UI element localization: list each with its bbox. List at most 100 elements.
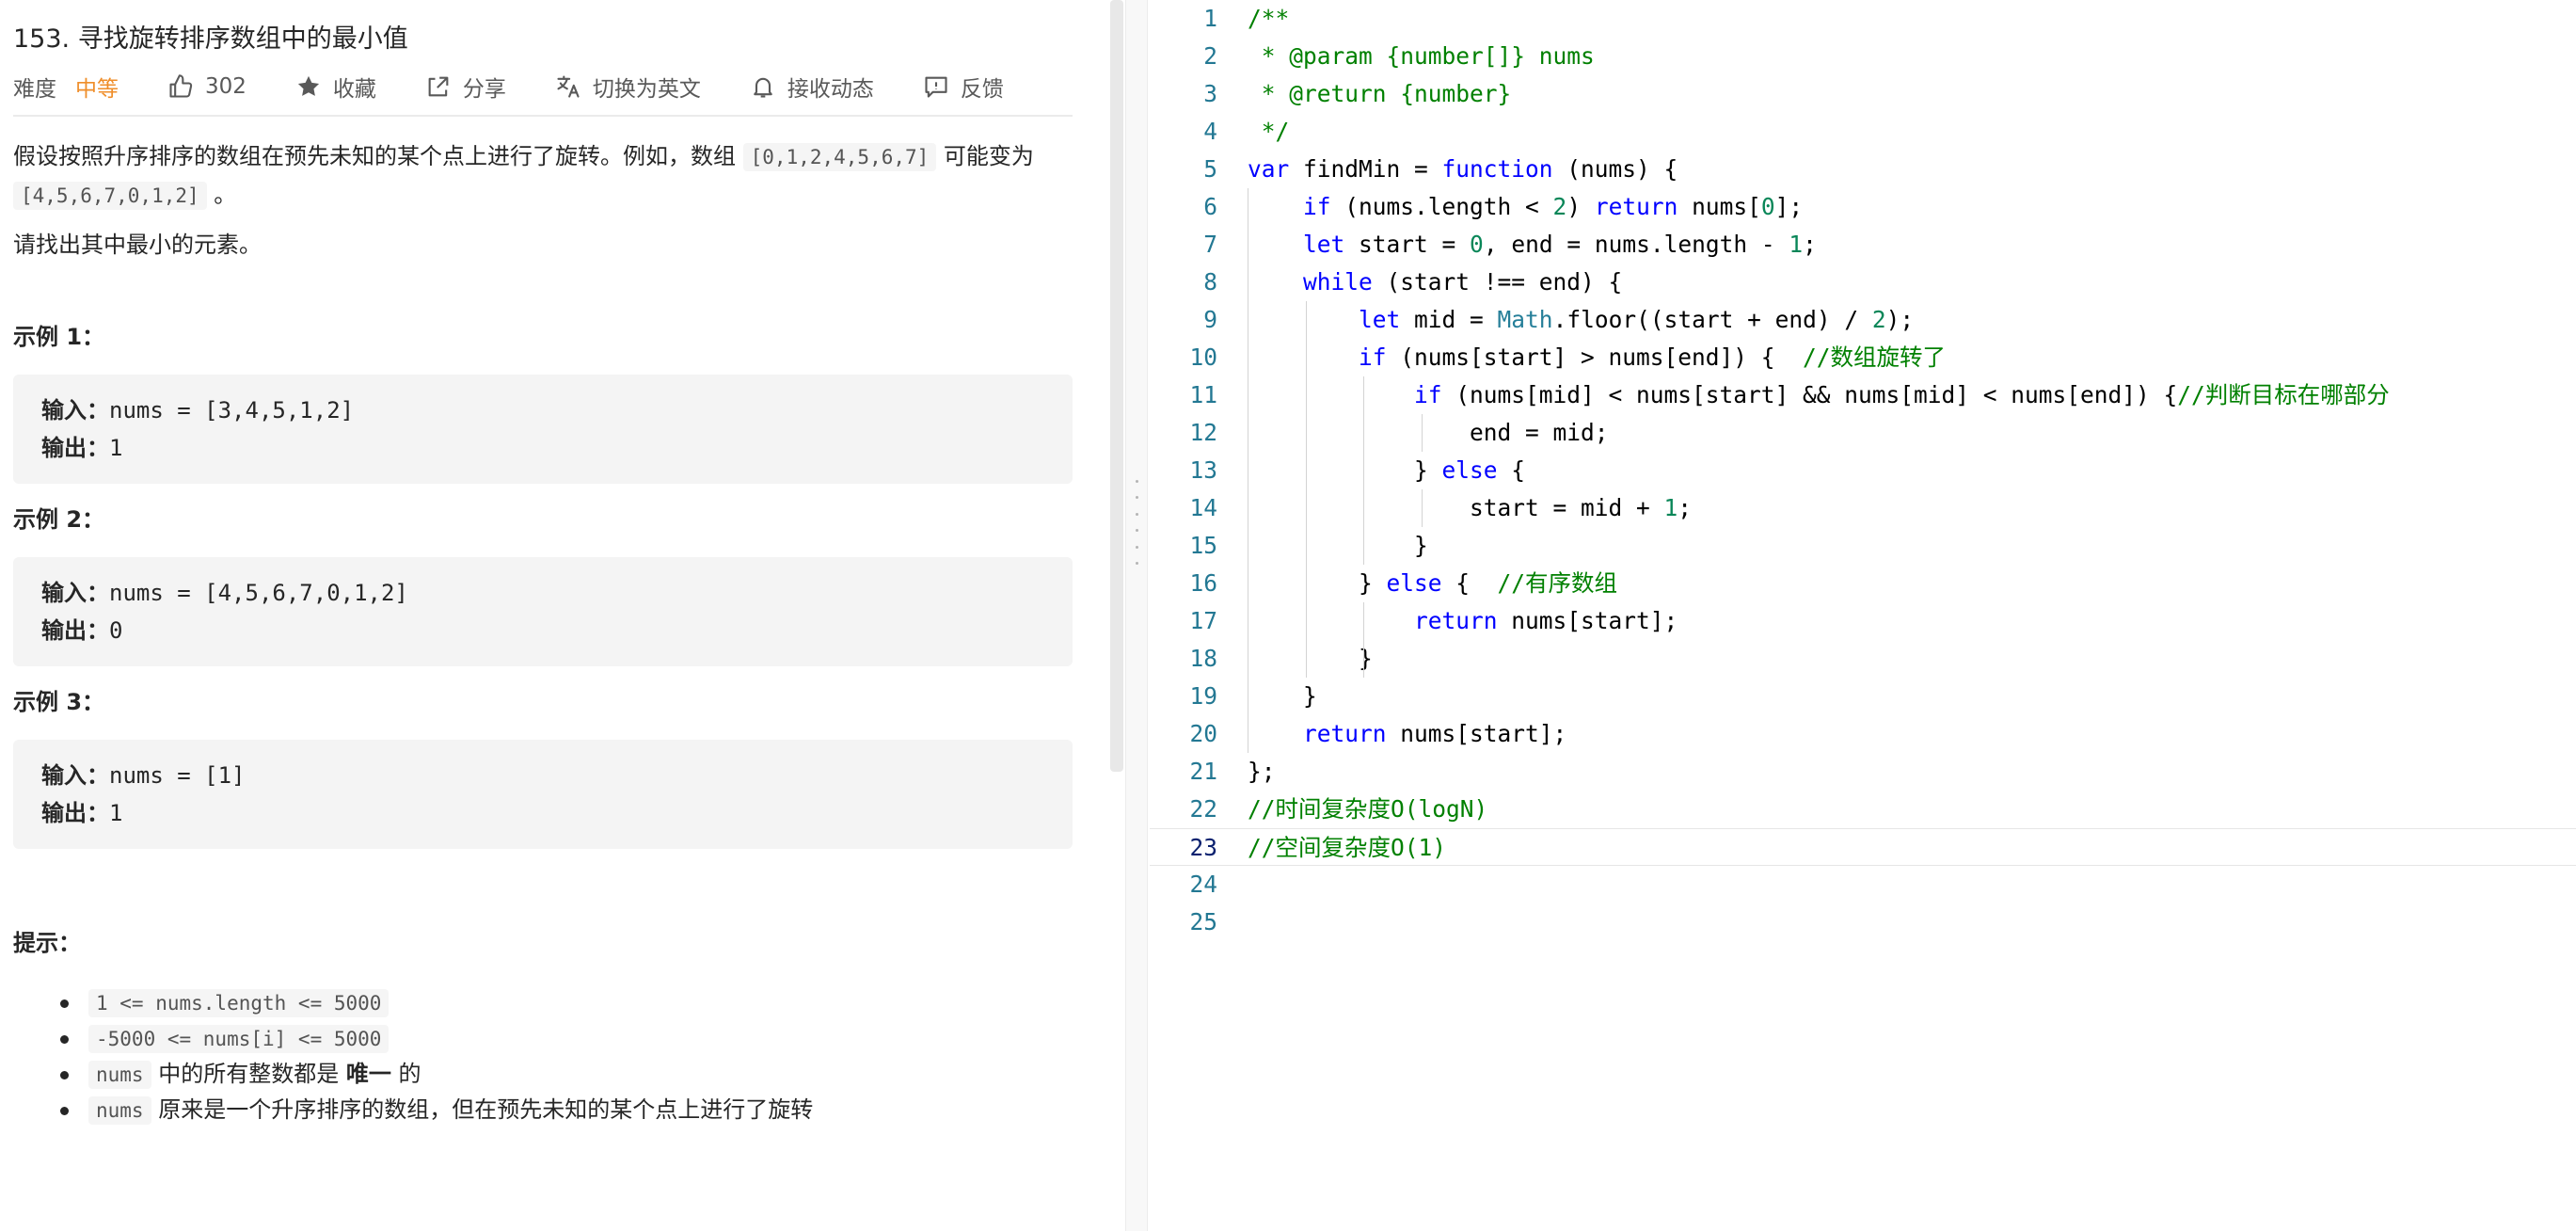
like-count: 302 [205,74,246,99]
hint-code: -5000 <= nums[i] <= 5000 [88,1025,390,1053]
code-line[interactable]: 10 if (nums[start] > nums[end]) { //数组旋转… [1150,339,2576,376]
problem-content: 153. 寻找旋转排序数组中的最小值 难度 中等 302 收藏 分享 切换为英文… [13,21,1073,1128]
code-line[interactable]: 21}; [1150,753,2576,791]
code-text[interactable]: start = mid + 1; [1248,489,1692,527]
code-text[interactable]: } else { [1248,452,1525,489]
indent-guide [1305,301,1307,678]
code-text[interactable]: //空间复杂度O(1) [1248,829,1446,867]
feedback-button[interactable]: 反馈 [923,71,1004,103]
code-token: } [1248,645,1373,672]
problem-panel: 153. 寻找旋转排序数组中的最小值 难度 中等 302 收藏 分享 切换为英文… [0,0,1101,1231]
like-button[interactable]: 302 [167,73,246,100]
code-text[interactable]: let start = 0, end = nums.length - 1; [1248,226,1817,264]
code-line[interactable]: 4 */ [1150,113,2576,151]
example-output-label: 输出： [41,617,109,644]
line-number: 14 [1189,494,1217,521]
code-token: //空间复杂度O(1) [1248,834,1447,861]
code-line[interactable]: 1 /** [1150,0,2576,38]
translate-icon [557,75,580,98]
code-line[interactable]: 3 * @return {number} [1150,75,2576,113]
code-text[interactable]: return nums[start]; [1248,602,1678,640]
switch-language-button[interactable]: 切换为英文 [555,71,701,103]
hint-item: -5000 <= nums[i] <= 5000 [13,1021,1073,1057]
code-line[interactable]: 22 //时间复杂度O(logN) [1150,791,2576,828]
code-text[interactable]: var findMin = function (nums) { [1248,151,1678,188]
hint-text: 中的所有整数都是 [151,1061,346,1087]
code-line[interactable]: 25 [1150,903,2576,941]
code-text[interactable]: * @return {number} [1248,75,1512,113]
code-line[interactable]: 7 let start = 0, end = nums.length - 1; [1150,226,2576,264]
code-line[interactable]: 9 let mid = Math.floor((start + end) / 2… [1150,301,2576,339]
hint-text: 的 [390,1061,421,1087]
code-token: if [1414,381,1442,408]
line-number: 10 [1189,344,1217,371]
panel-splitter[interactable] [1125,0,1148,1231]
code-line[interactable]: 23 //空间复杂度O(1) [1150,828,2576,866]
code-line[interactable]: 19 } [1150,678,2576,715]
share-button[interactable]: 分享 [425,71,506,103]
difficulty-label: 难度 [13,77,56,102]
splitter-grip-icon[interactable] [1134,480,1139,565]
code-token: return [1303,720,1387,747]
example-input-value: nums = [4,5,6,7,0,1,2] [109,580,408,606]
code-line[interactable]: 2 * @param {number[]} nums [1150,38,2576,75]
code-text[interactable]: } [1248,640,1373,678]
indent-guide [1363,376,1364,565]
indent-guide [1421,489,1423,527]
example-output: 输出：1 [41,429,1044,467]
code-token: start = mid + [1248,494,1664,521]
code-text[interactable]: */ [1248,113,1290,151]
code-line[interactable]: 6 if (nums.length < 2) return nums[0]; [1150,188,2576,226]
code-token: 1 [1663,494,1678,521]
line-number: 16 [1189,569,1217,597]
line-number: 4 [1203,118,1217,145]
subscribe-button[interactable]: 接收动态 [750,71,874,103]
code-token: */ [1248,118,1290,145]
example-block: 输入：nums = [4,5,6,7,0,1,2] 输出：0 [13,557,1073,666]
code-line[interactable]: 8 while (start !== end) { [1150,264,2576,301]
code-token: start = [1344,231,1471,258]
code-text[interactable]: //时间复杂度O(logN) [1248,791,1487,828]
code-token: return [1414,607,1498,634]
example-output-label: 输出： [41,800,109,826]
code-text[interactable]: /** [1248,0,1289,38]
code-line[interactable]: 24 [1150,866,2576,903]
code-text[interactable]: } else { //有序数组 [1248,565,1617,602]
share-icon [428,76,449,97]
code-token: } [1248,532,1428,559]
code-text[interactable]: } [1248,527,1428,565]
line-number: 17 [1189,607,1217,634]
code-line[interactable]: 16 } else { //有序数组 [1150,565,2576,602]
code-token: 1 [1789,231,1804,258]
example-title: 示例 1： [13,324,105,350]
feedback-label: 反馈 [960,77,1004,102]
description-text: 假设按照升序排序的数组在预先未知的某个点上进行了旋转。例如，数组 [13,143,743,169]
code-text[interactable]: return nums[start]; [1248,715,1566,753]
code-token: return [1594,193,1678,220]
code-token: let [1303,231,1345,258]
favorite-button[interactable]: 收藏 [295,71,376,103]
code-text[interactable]: if (nums[start] > nums[end]) { //数组旋转了 [1248,339,1946,376]
example-block: 输入：nums = [1] 输出：1 [13,740,1073,849]
code-token: (nums[mid] < nums[start] && nums[mid] < … [1441,381,2178,408]
hint-item: nums 中的所有整数都是 唯一 的 [13,1057,1073,1093]
example-input: 输入：nums = [4,5,6,7,0,1,2] [41,574,1044,612]
problem-panel-scrollbar[interactable] [1110,0,1123,772]
code-text[interactable]: }; [1248,753,1276,791]
subscribe-label: 接收动态 [787,77,874,102]
example-output-value: 1 [109,800,123,826]
code-text[interactable]: if (nums.length < 2) return nums[0]; [1248,188,1803,226]
code-line[interactable]: 5 var findMin = function (nums) { [1150,151,2576,188]
code-line[interactable]: 20 return nums[start]; [1150,715,2576,753]
code-text[interactable]: } [1248,678,1317,715]
code-text[interactable]: * @param {number[]} nums [1248,38,1595,75]
code-text[interactable]: while (start !== end) { [1248,264,1622,301]
code-text[interactable]: end = mid; [1248,414,1609,452]
code-text[interactable]: let mid = Math.floor((start + end) / 2); [1248,301,1914,339]
example-block: 输入：nums = [3,4,5,1,2] 输出：1 [13,375,1073,484]
code-editor[interactable]: 1/** 2 * @param {number[]} nums 3 * @retur… [1150,0,2576,1231]
code-text[interactable]: if (nums[mid] < nums[start] && nums[mid]… [1248,376,2390,414]
